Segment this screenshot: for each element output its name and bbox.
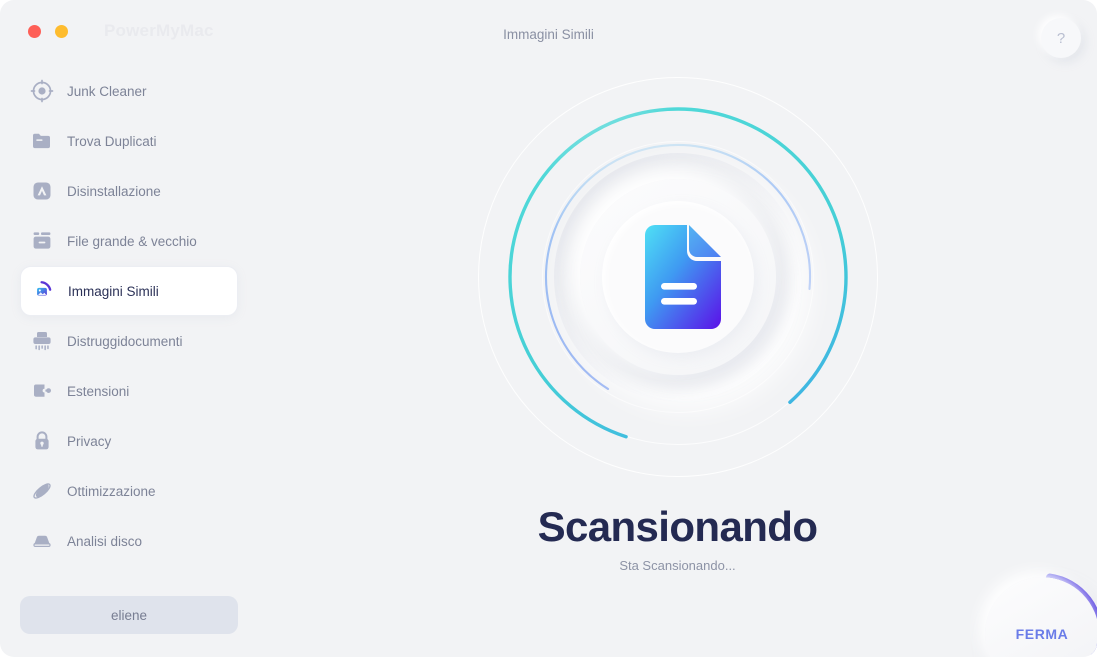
sidebar-item-distruggidocumenti[interactable]: Distruggidocumenti <box>20 316 238 366</box>
harddrive-icon <box>29 528 55 554</box>
stop-scan-control: FERMA <box>977 569 1097 657</box>
sidebar-item-estensioni[interactable]: Estensioni <box>20 366 238 416</box>
sidebar-item-label: Disinstallazione <box>67 183 161 199</box>
scan-subline: Sta Scansionando... <box>619 558 736 573</box>
rocket-icon <box>29 478 55 504</box>
sidebar-item-privacy[interactable]: Privacy <box>20 416 238 466</box>
appstore-icon <box>29 178 55 204</box>
stop-scan-label: FERMA <box>1015 626 1069 642</box>
eliene-button[interactable]: eliene <box>20 596 238 634</box>
sidebar: Junk Cleaner Trova Duplicati Disinstalla… <box>0 66 258 657</box>
image-scan-icon <box>30 278 56 304</box>
document-icon <box>644 225 721 329</box>
sidebar-item-disinstallazione[interactable]: Disinstallazione <box>20 166 238 216</box>
sidebar-item-ottimizzazione[interactable]: Ottimizzazione <box>20 466 238 516</box>
app-window: PowerMyMac Immagini Simili ? Junk Cleane… <box>0 0 1097 657</box>
target-icon <box>29 78 55 104</box>
folder-icon <box>29 128 55 154</box>
sidebar-item-trova-duplicati[interactable]: Trova Duplicati <box>20 116 238 166</box>
sidebar-item-label: Ottimizzazione <box>67 483 156 499</box>
sidebar-item-junk-cleaner[interactable]: Junk Cleaner <box>20 66 238 116</box>
archive-icon <box>29 228 55 254</box>
scan-headline: Scansionando <box>537 503 818 550</box>
sidebar-item-label: Trova Duplicati <box>67 133 157 149</box>
sidebar-item-label: Immagini Simili <box>68 283 159 299</box>
extension-icon <box>29 378 55 404</box>
main-stage: Scansionando Sta Scansionando... FERMA <box>258 0 1097 657</box>
shredder-icon <box>29 328 55 354</box>
scan-animation <box>477 77 878 477</box>
sidebar-item-immagini-simili[interactable]: Immagini Simili <box>20 266 238 316</box>
lock-icon <box>29 428 55 454</box>
sidebar-item-label: File grande & vecchio <box>67 233 197 249</box>
sidebar-nav: Junk Cleaner Trova Duplicati Disinstalla… <box>0 66 258 566</box>
sidebar-item-label: Junk Cleaner <box>67 83 147 99</box>
sidebar-item-label: Estensioni <box>67 383 130 399</box>
sidebar-item-file-grande-vecchio[interactable]: File grande & vecchio <box>20 216 238 266</box>
sidebar-item-label: Distruggidocumenti <box>67 333 183 349</box>
sidebar-item-label: Analisi disco <box>67 533 143 549</box>
sidebar-item-analisi-disco[interactable]: Analisi disco <box>20 516 238 566</box>
sidebar-item-label: Privacy <box>67 433 112 449</box>
